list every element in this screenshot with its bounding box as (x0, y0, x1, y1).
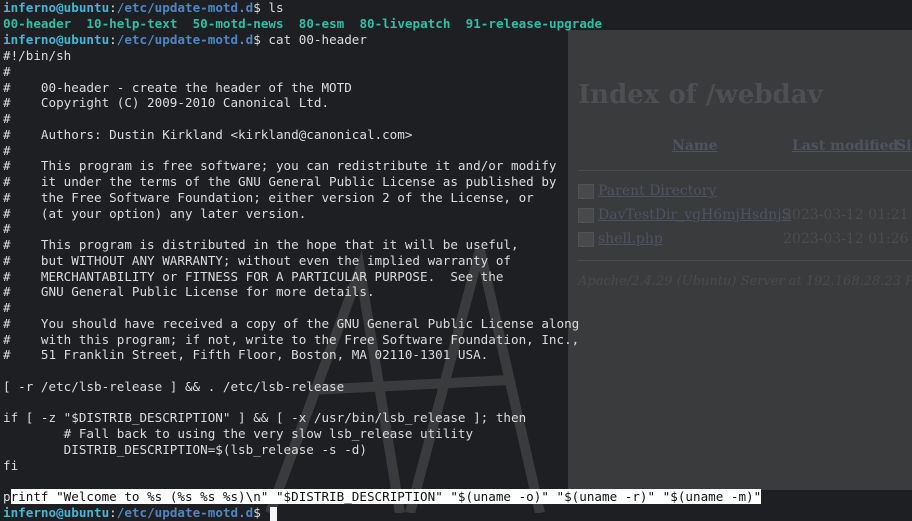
file-entry: 91-release-upgrade (465, 16, 603, 31)
prompt-line: inferno@ubuntu:/etc/update-motd.d$ cat 0… (3, 32, 367, 47)
selected-line: printf "Welcome to %s (%s %s %s)\n" "$DI… (3, 489, 762, 505)
file-entry: 80-esm (298, 16, 345, 31)
ls-output: 00-header 10-help-text 50-motd-news 80-e… (3, 16, 602, 32)
command-text: cat 00-header (268, 32, 367, 47)
file-entry: 50-motd-news (192, 16, 284, 31)
prompt-user: inferno@ubuntu (3, 32, 110, 47)
file-line: # the Free Software Foundation; either v… (3, 189, 534, 205)
file-line: DISTRIB_DESCRIPTION=$(lsb_release -s -d) (3, 441, 367, 457)
file-line: # but WITHOUT ANY WARRANTY; without even… (3, 252, 511, 268)
line-prefix: p (3, 489, 11, 504)
file-line: # (3, 142, 11, 158)
prompt-user: inferno@ubuntu (3, 0, 110, 15)
text-selection[interactable]: rintf "Welcome to %s (%s %s %s)\n" "$DIS… (10, 489, 762, 504)
file-line: fi (3, 457, 19, 473)
file-line: # (at your option) any later version. (3, 205, 307, 221)
file-line: # (3, 221, 11, 237)
file-line: # 00-header - create the header of the M… (3, 79, 352, 95)
file-line: # You should have received a copy of the… (3, 315, 580, 331)
file-line: # Copyright (C) 2009-2010 Canonical Ltd. (3, 95, 330, 111)
file-line: # GNU General Public License for more de… (3, 284, 375, 300)
cursor (270, 506, 278, 521)
file-line: # 51 Franklin Street, Fifth Floor, Bosto… (3, 347, 489, 363)
file-line: [ -r /etc/lsb-release ] && . /etc/lsb-re… (3, 378, 345, 394)
file-line: # This program is free software; you can… (3, 158, 557, 174)
file-line: if [ -z "$DISTRIB_DESCRIPTION" ] && [ -x… (3, 410, 527, 426)
file-entry: 00-header (3, 16, 72, 31)
file-line: # Fall back to using the very slow lsb_r… (3, 426, 474, 441)
file-line: # (3, 300, 11, 315)
file-line: # (3, 63, 11, 79)
prompt-line: inferno@ubuntu:/etc/update-motd.d$ (3, 505, 278, 521)
terminal-window[interactable]: inferno@ubuntu:/etc/update-motd.d$ ls 00… (0, 0, 912, 521)
file-line: # it under the terms of the GNU General … (3, 174, 557, 189)
file-entry: 80-livepatch (359, 16, 451, 31)
file-line: # This program is distributed in the hop… (3, 237, 519, 252)
prompt-path: /etc/update-motd.d (116, 32, 254, 47)
prompt-line: inferno@ubuntu:/etc/update-motd.d$ ls (3, 0, 284, 15)
prompt-path: /etc/update-motd.d (116, 0, 254, 15)
file-line: # MERCHANTABILITY or FITNESS FOR A PARTI… (3, 268, 504, 284)
file-line: # Authors: Dustin Kirkland <kirkland@can… (3, 126, 413, 142)
file-entry: 10-help-text (86, 16, 178, 31)
file-line: # with this program; if not, write to th… (3, 331, 580, 347)
command-text: ls (268, 0, 284, 15)
file-line: # (3, 111, 11, 126)
file-line: #!/bin/sh (3, 48, 72, 63)
